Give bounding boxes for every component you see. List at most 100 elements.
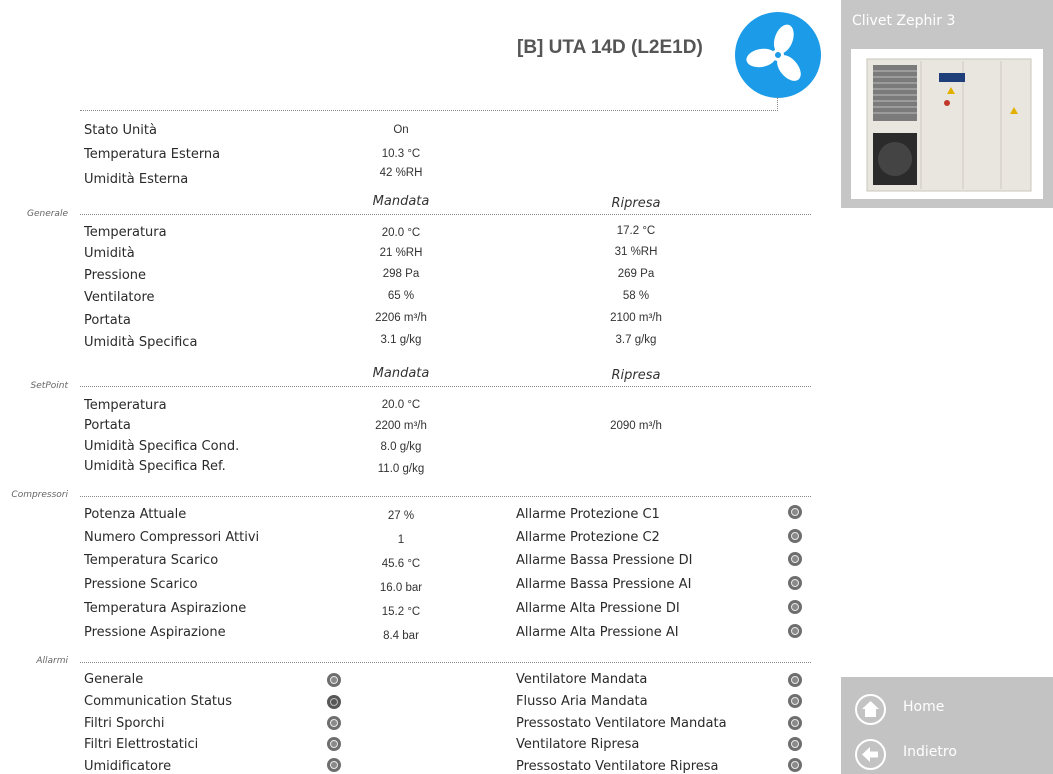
alarm-indicator-icon [788, 505, 802, 519]
alarm-indicator-icon [788, 624, 802, 638]
section-divider [80, 496, 811, 497]
generale-row-label: Portata [84, 313, 131, 328]
section-divider [80, 214, 811, 215]
back-button[interactable]: Indietro [841, 734, 1053, 774]
alarm-label: Ventilatore Mandata [516, 672, 648, 687]
column-header-mandata: Mandata [372, 194, 430, 209]
compressor-row-label: Numero Compressori Attivi [84, 530, 260, 545]
generale-mandata-value: 65 % [387, 290, 415, 302]
compressor-value: 16.0 bar [379, 582, 423, 594]
generale-row-label: Temperatura [84, 225, 167, 240]
setpoint-ripresa-value: 2090 m³/h [610, 420, 662, 432]
column-header-mandata: Mandata [372, 366, 430, 381]
navigation-panel: Home Indietro [841, 677, 1053, 774]
setpoint-mandata-value: 8.0 g/kg [380, 441, 422, 453]
alarm-indicator-icon [788, 576, 802, 590]
header-divider-tick [777, 97, 778, 111]
setpoint-row-label: Temperatura [84, 398, 167, 413]
home-label: Home [903, 699, 945, 715]
status-value: 42 %RH [379, 167, 423, 179]
alarm-indicator-icon [788, 758, 802, 772]
device-name: Clivet Zephir 3 [852, 13, 956, 29]
home-icon [855, 694, 886, 725]
alarm-indicator-icon [327, 673, 341, 687]
alarm-label: Generale [84, 672, 144, 687]
alarm-indicator-icon [327, 737, 341, 751]
generale-ripresa-value: 2100 m³/h [610, 312, 662, 324]
alarm-label: Pressostato Ventilatore Mandata [516, 716, 727, 731]
compressor-row-label: Pressione Scarico [84, 577, 198, 592]
setpoint-mandata-value: 2200 m³/h [375, 420, 427, 432]
alarm-label: Filtri Sporchi [84, 716, 165, 731]
page-title: [B] UTA 14D (L2E1D) [517, 37, 703, 58]
setpoint-row-label: Umidità Specifica Ref. [84, 459, 226, 474]
status-label: Stato Unità [84, 123, 157, 138]
generale-ripresa-value: 3.7 g/kg [615, 334, 657, 346]
compressor-value: 45.6 °C [381, 558, 421, 570]
column-header-ripresa: Ripresa [611, 368, 661, 383]
alarm-indicator-icon [788, 552, 802, 566]
alarm-indicator-icon [788, 529, 802, 543]
alarm-label: Pressostato Ventilatore Ripresa [516, 759, 719, 774]
status-value: 10.3 °C [381, 148, 421, 160]
communication-status-icon [327, 695, 341, 709]
device-image-frame [851, 49, 1043, 199]
compressor-value: 1 [397, 534, 405, 546]
device-panel: Clivet Zephir 3 [841, 0, 1053, 208]
compressor-row-label: Temperatura Aspirazione [84, 601, 247, 616]
compressor-value: 15.2 °C [381, 606, 421, 618]
compressor-row-label: Pressione Aspirazione [84, 625, 226, 640]
generale-mandata-value: 20.0 °C [381, 227, 421, 239]
clivet-unit-image [866, 58, 1032, 192]
header-divider [80, 110, 778, 111]
compressor-value: 8.4 bar [383, 630, 419, 642]
generale-ripresa-value: 269 Pa [617, 268, 655, 280]
compressor-value: 27 % [387, 510, 415, 522]
section-label: Allarmi [36, 656, 68, 666]
alarm-label: Umidificatore [84, 759, 172, 774]
generale-mandata-value: 298 Pa [382, 268, 420, 280]
compressor-alarm-label: Allarme Bassa Pressione AI [516, 577, 692, 592]
section-label: Generale [26, 209, 68, 219]
status-label: Temperatura Esterna [84, 147, 221, 162]
home-button[interactable]: Home [841, 689, 1053, 729]
compressor-row-label: Temperatura Scarico [84, 553, 219, 568]
alarm-label: Communication Status [84, 694, 233, 709]
status-label: Umidità Esterna [84, 172, 189, 187]
setpoint-row-label: Umidità Specifica Cond. [84, 439, 240, 454]
alarm-label: Ventilatore Ripresa [516, 737, 640, 752]
column-header-ripresa: Ripresa [611, 196, 661, 211]
alarm-indicator-icon [788, 673, 802, 687]
generale-mandata-value: 3.1 g/kg [380, 334, 422, 346]
alarm-label: Flusso Aria Mandata [516, 694, 648, 709]
setpoint-mandata-value: 11.0 g/kg [377, 463, 425, 475]
back-label: Indietro [903, 744, 957, 760]
compressor-alarm-label: Allarme Alta Pressione AI [516, 625, 679, 640]
alarm-indicator-icon [788, 694, 802, 708]
setpoint-mandata-value: 20.0 °C [381, 399, 421, 411]
compressor-row-label: Potenza Attuale [84, 507, 187, 522]
alarm-indicator-icon [327, 716, 341, 730]
alarm-indicator-icon [788, 600, 802, 614]
generale-mandata-value: 21 %RH [379, 247, 423, 259]
generale-row-label: Umidità [84, 246, 135, 261]
generale-ripresa-value: 31 %RH [614, 246, 658, 258]
generale-mandata-value: 2206 m³/h [375, 312, 427, 324]
generale-row-label: Pressione [84, 268, 147, 283]
alarm-indicator-icon [327, 758, 341, 772]
section-divider [80, 662, 811, 663]
generale-ripresa-value: 17.2 °C [616, 225, 656, 237]
alarm-indicator-icon [788, 716, 802, 730]
section-label: SetPoint [30, 381, 68, 391]
section-divider [80, 386, 811, 387]
compressor-alarm-label: Allarme Protezione C1 [516, 507, 660, 522]
compressor-alarm-label: Allarme Protezione C2 [516, 530, 660, 545]
back-arrow-icon [855, 739, 886, 770]
section-label: Compressori [11, 490, 68, 500]
generale-ripresa-value: 58 % [622, 290, 650, 302]
compressor-alarm-label: Allarme Alta Pressione DI [516, 601, 680, 616]
alarm-label: Filtri Elettrostatici [84, 737, 199, 752]
compressor-alarm-label: Allarme Bassa Pressione DI [516, 553, 693, 568]
fan-icon [735, 12, 821, 98]
generale-row-label: Umidità Specifica [84, 335, 198, 350]
